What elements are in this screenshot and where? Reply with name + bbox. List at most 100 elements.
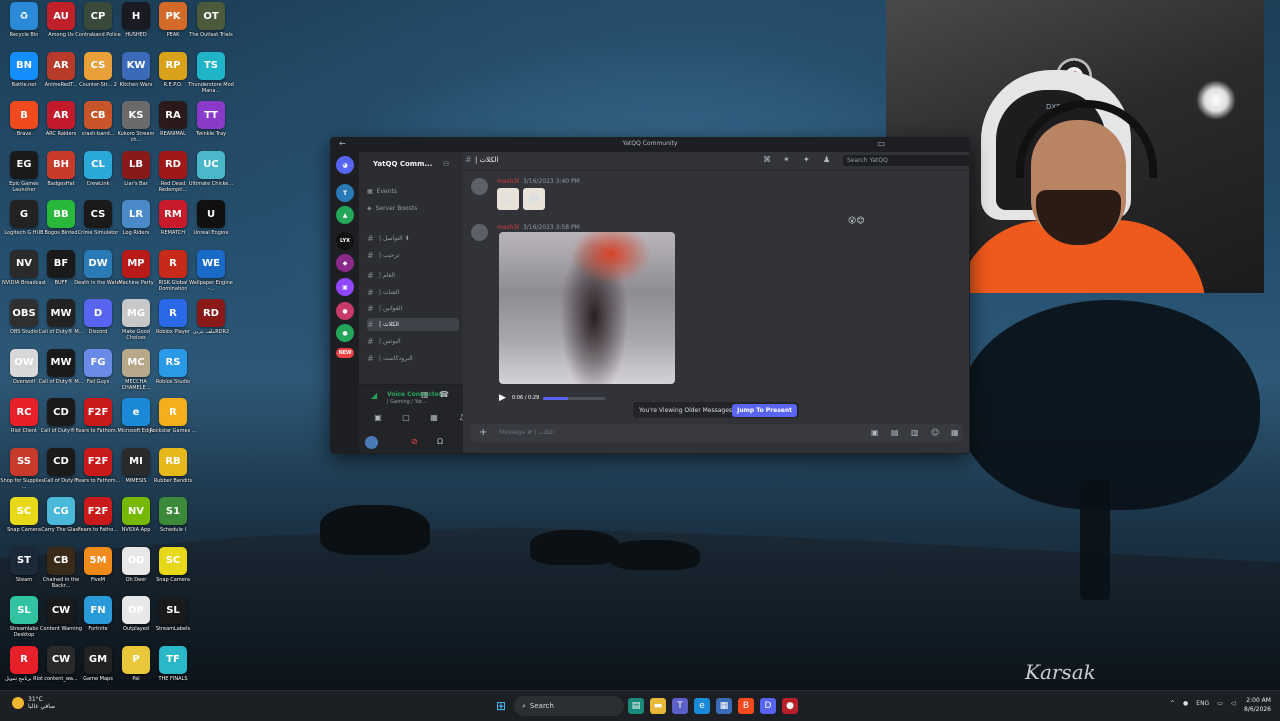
app-icon: RM xyxy=(159,200,187,228)
menu-events[interactable]: ▦ Events xyxy=(367,185,459,198)
location-icon[interactable]: ● xyxy=(1183,700,1188,707)
message-author[interactable]: mash3l 3/16/2023 3:58 PM xyxy=(497,224,580,231)
desktop-icon[interactable]: R Rockstar Games ... xyxy=(149,398,197,434)
gift-icon[interactable]: ▣ xyxy=(871,428,879,437)
channel-item[interactable]: # | البوتس xyxy=(367,335,459,348)
app-icon: BF xyxy=(47,249,75,278)
discord-titlebar[interactable]: ← YatQQ Community ▭ xyxy=(331,138,969,152)
channel-item[interactable]: # | القوانين xyxy=(367,302,459,315)
server-icon[interactable]: T xyxy=(336,184,354,202)
brave-icon[interactable]: B xyxy=(738,698,754,714)
server-icon[interactable]: LYX xyxy=(336,232,354,250)
desktop-icon[interactable]: RD ملف عربيRDR2 xyxy=(187,299,235,335)
apps-icon[interactable]: ▦ xyxy=(951,428,959,437)
channel-item[interactable]: # | الكلات xyxy=(367,318,459,331)
mute-mic-icon[interactable]: ⊘ xyxy=(411,437,418,446)
weather-widget[interactable]: 31°C صافي غالبا xyxy=(12,696,55,710)
message-input[interactable]: + Message # | الكلات ▣ ▤ ▥ ☺ ▦ xyxy=(471,424,963,442)
play-icon[interactable]: ▶ xyxy=(499,393,506,403)
volume-icon[interactable]: ◁ xyxy=(1231,700,1236,707)
desktop-icon[interactable]: S1 Schedule I xyxy=(149,497,197,533)
members-icon[interactable]: ♟ xyxy=(823,155,830,164)
channel-item[interactable]: # | البرودكاست xyxy=(367,352,459,365)
server-list[interactable]: ◕ T ▲ LYX ◆ ▣ ● ● NEW xyxy=(331,152,359,453)
discord-window[interactable]: ← YatQQ Community ▭ ◕ T ▲ LYX ◆ ▣ ● ● NE… xyxy=(330,137,970,454)
app-icon: CD xyxy=(47,447,75,476)
desktop-icon[interactable]: WE Wallpaper Engine -... xyxy=(187,249,235,292)
desktop-icon[interactable]: TS Thunderstore Mod Mana... xyxy=(187,51,235,94)
voice-status[interactable]: Voice Connected xyxy=(387,391,443,398)
desktop-icon[interactable]: SC Snap Camera xyxy=(149,546,197,583)
add-member-icon[interactable]: ⚇ xyxy=(443,160,449,168)
search-input[interactable]: Search YatQQ xyxy=(843,155,969,166)
file-explorer-icon[interactable]: ▬ xyxy=(650,698,666,714)
camera-icon[interactable]: ▣ xyxy=(371,413,385,425)
channel-sidebar[interactable]: YatQQ Comm... ⚇ ▦ Events ◈ Server Boosts… xyxy=(359,152,472,453)
desktop-icon[interactable]: UC Ultimate Chicke... xyxy=(187,150,235,187)
channel-item[interactable]: # | ترحيب xyxy=(367,249,459,262)
server-icon[interactable]: ◆ xyxy=(336,254,354,272)
notifications-icon[interactable]: ✶ xyxy=(783,155,790,164)
network-icon[interactable]: ▭ xyxy=(1217,700,1223,707)
obs-taskbar-icon[interactable]: ● xyxy=(782,698,798,714)
sticker-image[interactable]: ☺ xyxy=(497,188,519,210)
server-icon[interactable]: ● xyxy=(336,302,354,320)
sticker-image[interactable]: ☻ xyxy=(523,188,545,210)
chevron-up-icon[interactable]: ^ xyxy=(1170,700,1175,707)
inbox-icon[interactable]: ▭ xyxy=(877,139,885,148)
desktop-icon[interactable]: RB Rubber Bandits xyxy=(149,447,197,484)
desktop-icon-label: Twinkle Tray xyxy=(195,131,227,137)
avatar[interactable] xyxy=(471,224,488,241)
voice-channel[interactable]: | Gaming / Yat... xyxy=(387,399,427,405)
video-attachment[interactable] xyxy=(499,232,675,384)
channel-item[interactable]: # | التواصل ⬇ xyxy=(367,232,459,245)
taskbar-search[interactable]: ⌕ Search xyxy=(514,696,624,716)
desktop-icon[interactable]: U Unreal Engine xyxy=(187,200,235,236)
server-icon[interactable]: ▲ xyxy=(336,206,354,224)
screen-share-icon[interactable]: ▢ xyxy=(399,413,413,425)
gif-icon[interactable]: ▤ xyxy=(891,428,899,437)
attach-plus-icon[interactable]: + xyxy=(479,427,487,438)
desktop-icon[interactable]: RS Roblox Studio xyxy=(149,348,197,385)
server-name[interactable]: YatQQ Comm... xyxy=(373,160,432,168)
terminal-icon[interactable]: ▤ xyxy=(628,698,644,714)
video-progress[interactable] xyxy=(543,396,606,400)
discord-home-icon[interactable]: ◕ xyxy=(336,156,354,174)
discord-taskbar-icon[interactable]: D xyxy=(760,698,776,714)
reaction-emojis[interactable]: 😮😊 xyxy=(848,216,865,225)
desktop-icon[interactable]: TT Twinkle Tray xyxy=(187,101,235,137)
desktop-icon-label: Thunderstore Mod Mana... xyxy=(188,81,234,94)
start-menu-icon[interactable]: ⊞ xyxy=(493,698,509,714)
app-icon: P xyxy=(122,645,150,674)
new-badge-icon[interactable]: NEW xyxy=(336,348,354,358)
language[interactable]: ENG xyxy=(1196,700,1209,707)
disconnect-icon[interactable]: ☎ xyxy=(439,390,449,399)
desktop-icon[interactable]: SL StreamLabels xyxy=(149,596,197,632)
avatar[interactable] xyxy=(365,436,378,449)
app-icon: WE xyxy=(197,249,225,278)
taskbar: 31°C صافي غالبا ⊞ ⌕ Search ▤ ▬ T e ▦ B D… xyxy=(0,690,1280,721)
edge-icon[interactable]: e xyxy=(694,698,710,714)
clock[interactable]: 2:00 AM 8/6/2026 xyxy=(1244,696,1271,714)
activities-icon[interactable]: ▦ xyxy=(427,413,441,425)
pin-icon[interactable]: ✦ xyxy=(803,155,810,164)
message-author[interactable]: mash3l 3/16/2023 3:40 PM xyxy=(497,178,580,185)
noise-suppression-icon[interactable]: ▥ xyxy=(421,390,429,399)
channel-item[interactable]: # | العام xyxy=(367,269,459,282)
avatar[interactable] xyxy=(471,178,488,195)
sticker-icon[interactable]: ▥ xyxy=(911,428,919,437)
store-icon[interactable]: ▦ xyxy=(716,698,732,714)
search-icon: ⌕ xyxy=(522,701,526,710)
server-icon[interactable]: ● xyxy=(336,324,354,342)
headphones-icon[interactable]: Ω xyxy=(437,437,443,446)
desktop-icon[interactable]: TF THE FINALS xyxy=(149,645,197,682)
server-icon[interactable]: ▣ xyxy=(336,278,354,296)
desktop-icon[interactable]: OT The Outlast Trials xyxy=(187,2,235,38)
menu-server-boosts[interactable]: ◈ Server Boosts xyxy=(367,202,459,215)
channel-item[interactable]: # | الشات xyxy=(367,286,459,299)
threads-icon[interactable]: ⌘ xyxy=(763,155,771,164)
teams-icon[interactable]: T xyxy=(672,698,688,714)
emoji-icon[interactable]: ☺ xyxy=(931,428,939,437)
jump-to-present-button[interactable]: Jump To Present xyxy=(732,403,797,417)
system-tray[interactable]: ^ ● ENG ▭ ◁ xyxy=(1170,700,1236,707)
